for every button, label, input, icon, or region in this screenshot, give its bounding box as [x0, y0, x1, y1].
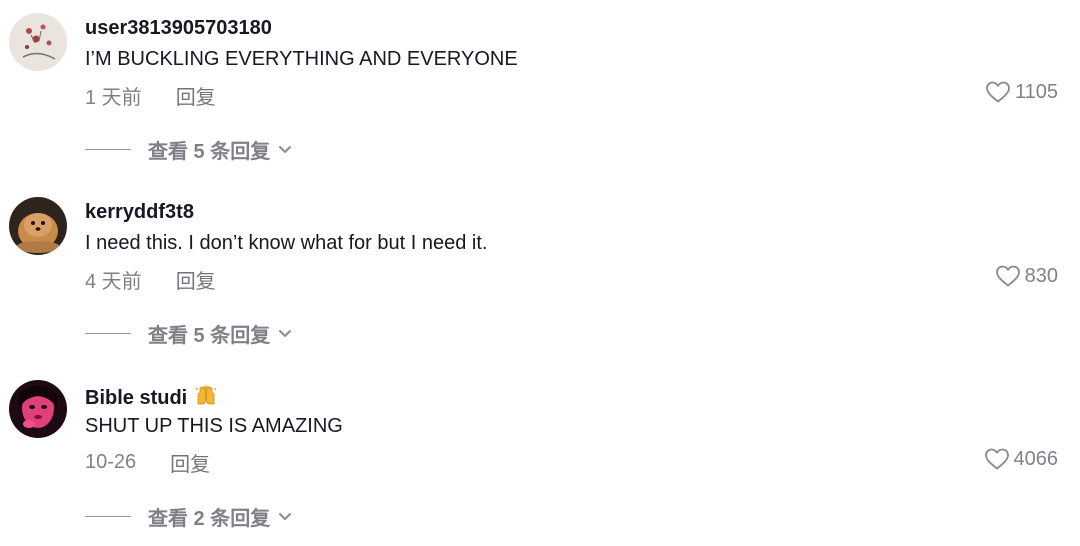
comment-meta: 10-26 回复 — [85, 448, 210, 477]
view-replies-button[interactable]: 查看 5 条回复 — [85, 135, 292, 164]
divider-line — [85, 149, 131, 150]
chevron-down-icon — [279, 145, 292, 153]
like-count: 830 — [1024, 264, 1058, 287]
like-button[interactable]: 1105 — [985, 80, 1058, 104]
chevron-down-icon — [279, 329, 292, 337]
avatar[interactable] — [9, 197, 67, 255]
comment-text: SHUT UP THIS IS AMAZING — [85, 415, 343, 437]
username[interactable]: kerryddf3t8 — [85, 201, 194, 224]
avatar[interactable] — [9, 13, 67, 71]
divider-line — [85, 333, 131, 334]
heart-outline-icon — [984, 448, 1009, 470]
comment-item: Bible studi SHUT UP THIS IS AMAZING 10-2… — [0, 366, 1080, 546]
comment-item: kerryddf3t8 I need this. I don’t know wh… — [0, 183, 1080, 363]
view-replies-button[interactable]: 查看 2 条回复 — [85, 502, 292, 531]
timestamp: 4 天前 — [85, 271, 142, 293]
heart-outline-icon — [986, 81, 1010, 103]
timestamp: 1 天前 — [85, 87, 142, 109]
username[interactable]: user3813905703180 — [85, 17, 272, 40]
raising-hands-emoji-icon — [195, 384, 217, 412]
like-count: 4066 — [1013, 447, 1059, 470]
comment-text: I need this. I don’t know what for but I… — [85, 232, 488, 254]
timestamp: 10-26 — [85, 451, 137, 473]
like-button[interactable]: 4066 — [984, 447, 1059, 471]
reply-button[interactable]: 回复 — [170, 448, 210, 477]
comment-text: I’M BUCKLING EVERYTHING AND EVERYONE — [85, 48, 518, 70]
view-replies-button[interactable]: 查看 5 条回复 — [85, 319, 292, 348]
divider-line — [85, 516, 131, 517]
like-button[interactable]: 830 — [995, 264, 1058, 288]
comment-meta: 4 天前 回复 — [85, 265, 216, 294]
avatar[interactable] — [9, 380, 67, 438]
like-count: 1105 — [1014, 80, 1058, 103]
username-text: Bible studi — [85, 387, 188, 409]
reply-button[interactable]: 回复 — [176, 81, 216, 110]
comment-item: user3813905703180 I’M BUCKLING EVERYTHIN… — [0, 0, 1080, 180]
view-replies-label: 查看 2 条回复 — [148, 508, 271, 530]
view-replies-label: 查看 5 条回复 — [148, 141, 271, 163]
username[interactable]: Bible studi — [85, 384, 217, 412]
reply-button[interactable]: 回复 — [176, 265, 216, 294]
view-replies-label: 查看 5 条回复 — [148, 325, 271, 347]
heart-outline-icon — [995, 265, 1020, 287]
chevron-down-icon — [279, 512, 292, 520]
comment-meta: 1 天前 回复 — [85, 81, 216, 110]
